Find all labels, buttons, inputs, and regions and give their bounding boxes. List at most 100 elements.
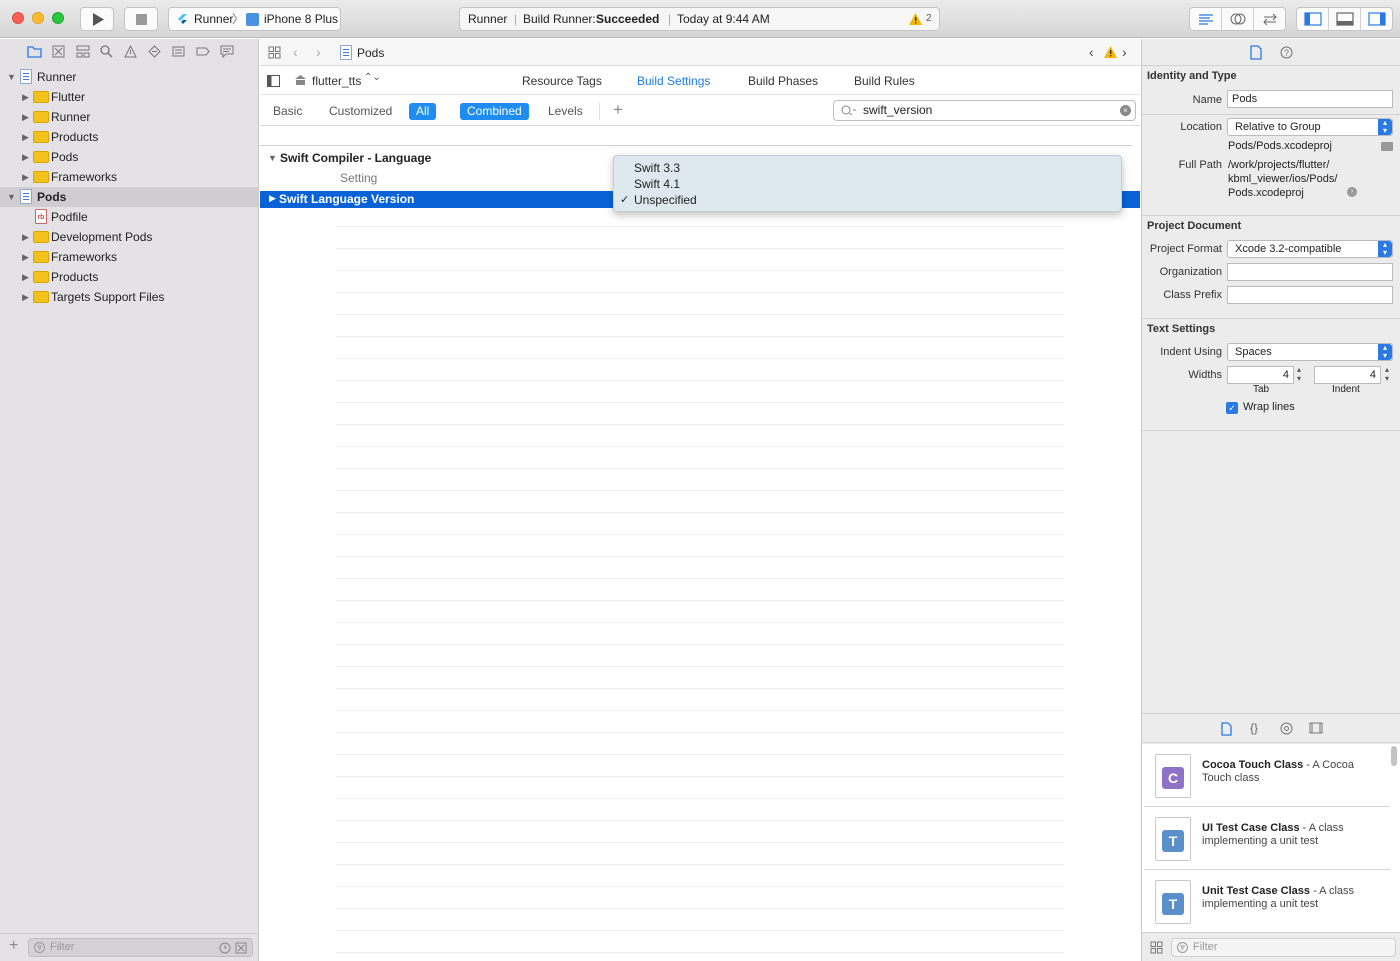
warning-icon[interactable] xyxy=(1104,46,1117,58)
library-item-cocoa-touch-class[interactable]: C Cocoa Touch Class - A Cocoa Touch class xyxy=(1144,744,1390,807)
stop-button[interactable] xyxy=(124,7,158,31)
source-control-filter-icon[interactable] xyxy=(235,942,247,954)
menu-item-swift-3-3[interactable]: Swift 3.3 xyxy=(634,161,680,175)
disclosure-closed-icon[interactable]: ▶ xyxy=(22,167,29,187)
navigator-item-targets-support-files[interactable]: ▶ Targets Support Files xyxy=(0,287,259,307)
disclosure-closed-icon[interactable]: ▶ xyxy=(22,227,29,247)
disclosure-closed-icon[interactable]: ▶ xyxy=(22,287,29,307)
test-icon[interactable] xyxy=(148,45,161,58)
navigator-item-pods-group[interactable]: ▶ Pods xyxy=(0,147,259,167)
navigator-item-development-pods[interactable]: ▶ Development Pods xyxy=(0,227,259,247)
tab-build-phases[interactable]: Build Phases xyxy=(748,74,818,88)
filter-combined[interactable]: Combined xyxy=(460,103,529,120)
debug-icon[interactable] xyxy=(172,45,185,58)
tab-build-settings[interactable]: Build Settings xyxy=(637,74,710,88)
library-scrollbar[interactable] xyxy=(1391,746,1397,766)
symbol-icon[interactable] xyxy=(76,45,90,58)
toggle-inspector-button[interactable] xyxy=(1361,8,1392,30)
navigator-item-runner-project[interactable]: ▼ Runner xyxy=(0,67,259,87)
disclosure-open-icon[interactable]: ▼ xyxy=(7,67,16,87)
file-template-icon[interactable] xyxy=(1221,722,1232,736)
breakpoint-icon[interactable] xyxy=(196,45,210,58)
standard-editor-button[interactable] xyxy=(1190,8,1222,30)
clear-search-icon[interactable]: × xyxy=(1120,105,1131,116)
menu-item-swift-4-1[interactable]: Swift 4.1 xyxy=(634,177,680,191)
tab-width-field[interactable]: 4 xyxy=(1227,366,1294,384)
disclosure-open-icon[interactable]: ▼ xyxy=(268,153,277,163)
class-prefix-field[interactable] xyxy=(1227,286,1393,304)
disclosure-closed-icon[interactable]: ▶ xyxy=(22,127,29,147)
navigator-item-products[interactable]: ▶ Products xyxy=(0,127,259,147)
updown-chevron-icon[interactable]: ⌃⌄ xyxy=(364,72,381,83)
add-icon[interactable]: + xyxy=(9,937,18,955)
file-inspector-icon[interactable] xyxy=(1250,45,1262,60)
version-editor-button[interactable] xyxy=(1254,8,1285,30)
help-icon[interactable]: ? xyxy=(1280,46,1293,59)
navigator-item-frameworks[interactable]: ▶ Frameworks xyxy=(0,167,259,187)
filter-customized[interactable]: Customized xyxy=(322,103,399,120)
filter-levels[interactable]: Levels xyxy=(541,103,590,120)
close-window-button[interactable] xyxy=(12,12,24,24)
breadcrumb[interactable]: Pods xyxy=(357,46,384,60)
navigator-filter-field[interactable]: Filter xyxy=(28,938,253,957)
menu-item-unspecified[interactable]: Unspecified xyxy=(634,193,697,207)
navigator-item-pods-products[interactable]: ▶ Products xyxy=(0,267,259,287)
library-filter-field[interactable]: Filter xyxy=(1171,938,1396,957)
disclosure-closed-icon[interactable]: ▶ xyxy=(22,107,29,127)
disclosure-closed-icon[interactable]: ▶ xyxy=(269,193,276,204)
navigator-item-runner-group[interactable]: ▶ Runner xyxy=(0,107,259,127)
code-snippet-icon[interactable]: {} xyxy=(1250,721,1258,735)
disclosure-open-icon[interactable]: ▼ xyxy=(7,187,16,207)
navigator-item-flutter[interactable]: ▶ Flutter xyxy=(0,87,259,107)
filter-all[interactable]: All xyxy=(409,103,437,120)
navigator-item-pods-frameworks[interactable]: ▶ Frameworks xyxy=(0,247,259,267)
previous-issue-icon[interactable]: ‹ xyxy=(1089,44,1094,60)
indent-using-popup[interactable]: Spaces ▴ ▾ xyxy=(1227,343,1393,361)
name-field[interactable]: Pods xyxy=(1227,90,1393,108)
minimize-window-button[interactable] xyxy=(32,12,44,24)
folder-icon[interactable] xyxy=(27,45,42,58)
wrap-lines-checkbox[interactable]: ✓ xyxy=(1226,402,1238,414)
build-settings-search-field[interactable]: swift_version × xyxy=(833,100,1136,121)
location-popup[interactable]: Relative to Group ▴ ▾ xyxy=(1227,118,1393,136)
toggle-debug-area-button[interactable] xyxy=(1329,8,1361,30)
source-control-icon[interactable] xyxy=(52,45,65,58)
zoom-window-button[interactable] xyxy=(52,12,64,24)
disclosure-closed-icon[interactable]: ▶ xyxy=(22,267,29,287)
tab-resource-tags[interactable]: Resource Tags xyxy=(522,74,602,88)
object-library-icon[interactable] xyxy=(1280,722,1293,735)
organization-field[interactable] xyxy=(1227,263,1393,281)
project-format-popup[interactable]: Xcode 3.2-compatible ▴ ▾ xyxy=(1227,240,1393,258)
media-library-icon[interactable] xyxy=(1309,722,1323,734)
target-selector[interactable]: flutter_tts xyxy=(312,74,361,88)
disclosure-closed-icon[interactable]: ▶ xyxy=(22,147,29,167)
recent-icon[interactable] xyxy=(219,942,231,954)
navigator-item-pods-project[interactable]: ▼ Pods xyxy=(0,187,259,207)
scheme-selector[interactable]: Runner 〉 iPhone 8 Plus xyxy=(168,7,341,31)
forward-arrow-icon[interactable]: › xyxy=(316,44,321,60)
reveal-in-finder-icon[interactable]: › xyxy=(1347,187,1357,197)
grid-view-icon[interactable] xyxy=(1150,941,1163,954)
back-arrow-icon[interactable]: ‹ xyxy=(293,44,298,60)
next-issue-icon[interactable]: › xyxy=(1122,44,1127,60)
related-items-icon[interactable] xyxy=(268,46,281,59)
library-item-unit-test-case-class[interactable]: T Unit Test Case Class - A class implemen… xyxy=(1144,870,1390,933)
tab-build-rules[interactable]: Build Rules xyxy=(854,74,915,88)
add-setting-icon[interactable]: + xyxy=(613,100,623,120)
tab-width-stepper[interactable]: ▴ ▾ xyxy=(1297,365,1301,383)
filter-basic[interactable]: Basic xyxy=(266,103,309,120)
disclosure-closed-icon[interactable]: ▶ xyxy=(22,87,29,107)
indent-width-field[interactable]: 4 xyxy=(1314,366,1381,384)
navigator-item-podfile[interactable]: rb Podfile xyxy=(0,207,259,227)
indent-width-stepper[interactable]: ▴ ▾ xyxy=(1385,365,1389,383)
library-item-ui-test-case-class[interactable]: T UI Test Case Class - A class implementi… xyxy=(1144,807,1390,870)
assistant-editor-button[interactable] xyxy=(1222,8,1254,30)
choose-folder-icon[interactable] xyxy=(1381,142,1393,151)
disclosure-closed-icon[interactable]: ▶ xyxy=(22,247,29,267)
run-button[interactable] xyxy=(80,7,114,31)
report-icon[interactable] xyxy=(220,45,234,58)
issue-icon[interactable] xyxy=(124,45,137,58)
sidebar-toggle-icon[interactable] xyxy=(267,75,280,87)
toggle-navigator-button[interactable] xyxy=(1297,8,1329,30)
search-icon[interactable] xyxy=(100,45,113,58)
